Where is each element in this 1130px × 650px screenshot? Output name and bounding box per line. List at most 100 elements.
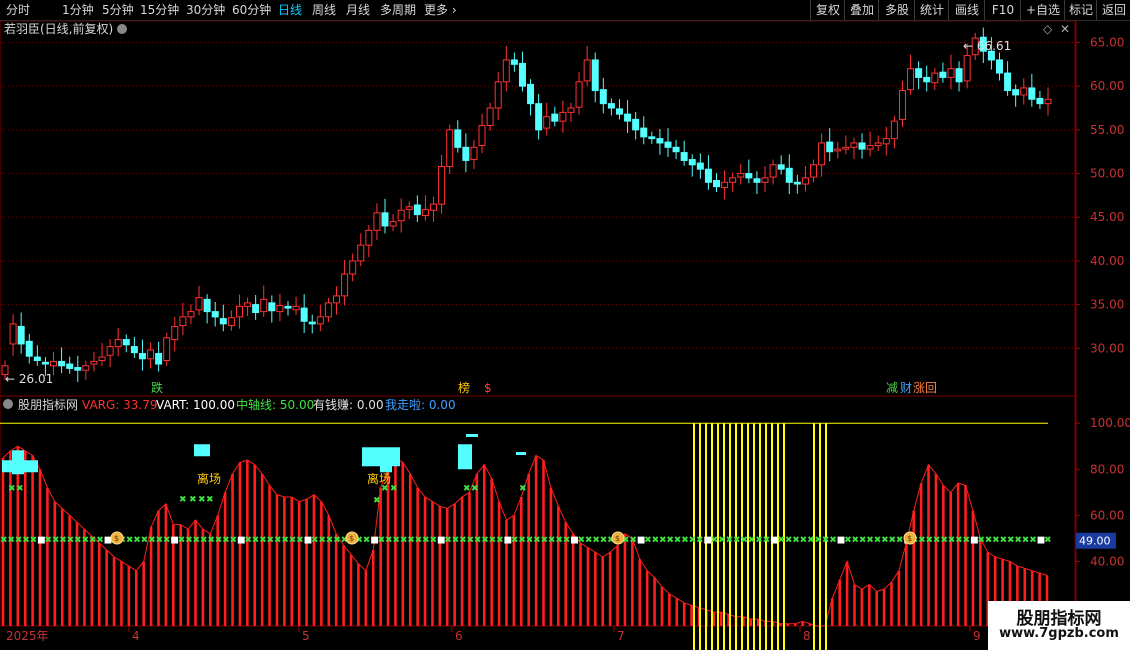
toolbar-button-5[interactable]: 画线 — [948, 0, 985, 20]
indicator-tick-label: 40.00 — [1090, 554, 1124, 568]
candle-body — [834, 148, 842, 152]
candle-body — [98, 356, 106, 362]
candle-body — [381, 212, 389, 227]
candle-body — [276, 304, 284, 313]
candle-body — [308, 321, 316, 325]
toolbar-button-8[interactable]: 标记 — [1064, 0, 1097, 20]
period-4[interactable]: 15分钟 — [140, 2, 179, 18]
period-9[interactable]: 月线 — [346, 2, 370, 18]
toolbar-button-1[interactable]: 复权 — [810, 0, 845, 20]
candle-body — [907, 68, 915, 91]
cyan-block — [466, 434, 478, 437]
candle-body — [1044, 98, 1052, 105]
toolbar-button-3[interactable]: 多股 — [878, 0, 915, 20]
middle-axis-marker: ✖ — [163, 535, 171, 545]
time-label-7: 9 — [973, 629, 981, 643]
middle-axis-marker: ✖ — [148, 535, 156, 545]
period-10[interactable]: 多周期 — [380, 2, 416, 18]
candle-body — [316, 316, 324, 325]
candle-body — [50, 360, 58, 367]
candle-body — [195, 297, 203, 311]
candle-body — [235, 305, 243, 318]
candle-body — [575, 81, 583, 108]
toolbar-button-7[interactable]: +自选 — [1020, 0, 1065, 20]
candle-body — [753, 178, 761, 183]
candle-body — [745, 173, 753, 179]
candle-body — [66, 363, 74, 369]
period-7[interactable]: 日线 — [278, 2, 302, 18]
candle-body — [858, 142, 866, 150]
candle-body — [688, 159, 696, 166]
price-tick-label: 35.00 — [1090, 298, 1124, 312]
candle-body — [421, 208, 429, 216]
cyan-block — [12, 450, 24, 475]
green-x-marker: ✖ — [8, 484, 16, 494]
candle-body — [510, 59, 518, 65]
middle-axis-marker: ✖ — [963, 535, 971, 545]
candle-body — [898, 90, 906, 120]
green-x-marker: ✖ — [373, 496, 381, 506]
candle-body — [1036, 97, 1044, 105]
green-x-marker: ✖ — [390, 484, 398, 494]
green-x-marker: ✖ — [16, 484, 24, 494]
period-1[interactable]: 分时 — [6, 2, 30, 18]
signal-label-3: $ — [484, 381, 492, 395]
candle-body — [284, 305, 292, 309]
candle-body — [357, 244, 365, 262]
period-6[interactable]: 60分钟 — [232, 2, 271, 18]
money-bag-symbol: $ — [349, 534, 354, 543]
green-x-marker: ✖ — [471, 484, 479, 494]
price-tick-label: 45.00 — [1090, 210, 1124, 224]
indicator-tick-label: 80.00 — [1090, 462, 1124, 476]
candle-body — [535, 103, 543, 131]
period-3[interactable]: 5分钟 — [102, 2, 134, 18]
candle-body — [147, 349, 155, 360]
candle-body — [607, 103, 615, 109]
candle-body — [90, 360, 98, 365]
candle-body — [446, 129, 454, 168]
period-5[interactable]: 30分钟 — [186, 2, 225, 18]
middle-axis-marker: ✖ — [681, 535, 689, 545]
candle-body — [818, 142, 826, 166]
candle-body — [721, 181, 729, 189]
candle-body — [1020, 87, 1028, 96]
green-x-marker: ✖ — [206, 495, 214, 505]
candle-body — [801, 177, 809, 185]
main-title: 若羽臣(日线,前复权) — [4, 21, 113, 36]
middle-axis-marker: ✖ — [222, 535, 230, 545]
candle-body — [462, 146, 470, 161]
signal-label-1: 跌 — [151, 380, 163, 395]
candle-body — [74, 367, 82, 371]
toolbar-button-6[interactable]: F10 — [984, 0, 1021, 20]
middle-axis-marker: ✖ — [44, 535, 52, 545]
candle-body — [882, 138, 890, 145]
toolbar-button-9[interactable]: 返回 — [1096, 0, 1130, 20]
middle-axis-marker: ✖ — [215, 535, 223, 545]
middle-axis-marker: ✖ — [792, 535, 800, 545]
candle-body — [33, 356, 41, 362]
watermark: 股朋指标网 www.7gpzb.com — [988, 601, 1130, 650]
middle-axis-marker: ✖ — [859, 535, 867, 545]
period-2[interactable]: 1分钟 — [62, 2, 94, 18]
candle-body — [454, 129, 462, 148]
middle-axis-marker: ✖ — [281, 535, 289, 545]
period-11[interactable]: 更多 › — [424, 2, 457, 18]
period-8[interactable]: 周线 — [312, 2, 336, 18]
time-label-3: 5 — [302, 629, 310, 643]
middle-axis-marker: ✖ — [800, 535, 808, 545]
toolbar-button-2[interactable]: 叠加 — [844, 0, 879, 20]
time-label-4: 6 — [455, 629, 463, 643]
middle-axis-marker: ✖ — [207, 535, 215, 545]
indicator-tick-label: 60.00 — [1090, 508, 1124, 522]
low-marker: ← 26.01 — [5, 372, 53, 386]
candle-body — [365, 229, 373, 246]
candle-body — [9, 323, 17, 345]
candle-body — [138, 353, 146, 360]
middle-axis-marker: ✖ — [1029, 535, 1037, 545]
indicator-field-5: 我走啦: 0.00 — [385, 397, 456, 412]
toolbar-button-4[interactable]: 统计 — [914, 0, 949, 20]
candle-body — [591, 59, 599, 92]
cyan-block — [194, 444, 210, 457]
candle-body — [648, 136, 656, 140]
candle-body — [58, 360, 66, 367]
